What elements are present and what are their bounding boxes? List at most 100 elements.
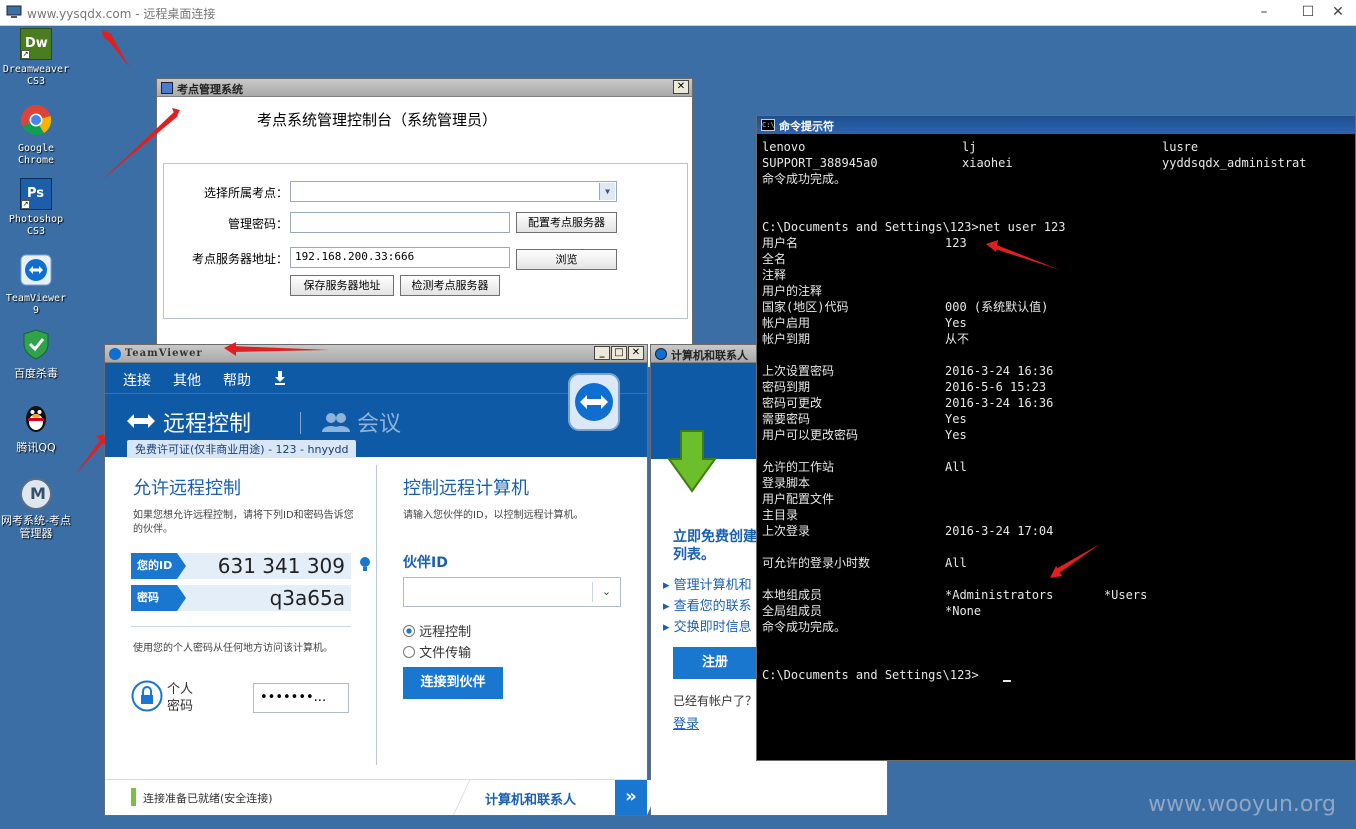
download-arrow-icon — [667, 430, 717, 493]
desktop-icon-teamviewer[interactable]: TeamViewer 9 — [0, 254, 72, 317]
menu-extras[interactable]: 其他 — [173, 370, 201, 390]
desktop-icon-exam-manager[interactable]: M 网考系统-考点管理器 — [0, 478, 72, 540]
your-id-label: 您的ID — [131, 553, 186, 579]
minimize-button[interactable]: – — [1246, 2, 1282, 22]
cmd-field-key: 可允许的登录小时数 — [762, 556, 871, 570]
status-bar: 连接准备已就绪(安全连接) 计算机和联系人 » — [105, 779, 664, 815]
cmd-field-value: 2016-5-6 15:23 — [945, 380, 1047, 394]
cmd-icon: C:\ — [761, 119, 775, 131]
close-button[interactable]: ✕ — [1320, 2, 1356, 22]
cmd-user: lj — [962, 140, 977, 154]
browse-button[interactable]: 浏览 — [516, 249, 617, 270]
server-address-field[interactable]: 192.168.200.33:666 — [290, 247, 510, 268]
desktop-icon-label: Photoshop CS3 — [8, 214, 64, 237]
chevron-down-icon[interactable]: ⌄ — [592, 582, 620, 602]
cmd-field-value: 000 (系统默认值) — [945, 300, 1049, 314]
desktop-icon-label: 腾讯QQ — [16, 441, 56, 454]
promo-text: 立即免费创建 — [673, 529, 757, 545]
contacts-title: 计算机和联系人 — [671, 349, 748, 362]
exam-window-titlebar: 考点管理系统 ✕ — [157, 79, 692, 97]
remote-desktop: Dw ↗ Dreamweaver CS3 Google Chrome Ps ↗ … — [0, 26, 1356, 829]
cmd-field-value: Yes — [945, 428, 967, 442]
cmd-field-value: All — [945, 460, 967, 474]
rdp-window-icon — [6, 5, 22, 18]
desktop-icon-label: Dreamweaver CS3 — [2, 64, 70, 87]
desktop-icon-qq[interactable]: 腾讯QQ — [0, 402, 72, 454]
feature-link[interactable]: ▸ 查看您的联系 — [663, 595, 752, 614]
allow-control-desc: 如果您想允许远程控制，请将下列ID和密码告诉您的伙伴。 — [133, 510, 354, 535]
teamviewer-small-icon — [655, 348, 667, 360]
save-server-button[interactable]: 保存服务器地址 — [290, 275, 394, 296]
menu-connect[interactable]: 连接 — [123, 370, 151, 390]
exam-manager-icon: M — [20, 478, 52, 510]
chevron-down-icon[interactable]: ▼ — [599, 183, 615, 200]
desktop-icon-chrome[interactable]: Google Chrome — [0, 104, 72, 167]
cmd-field-key: 主目录 — [762, 508, 799, 522]
lightbulb-icon[interactable] — [359, 556, 371, 574]
cmd-field-key: 密码可更改 — [762, 396, 823, 410]
watermark: www.wooyun.org — [1148, 792, 1336, 817]
cmd-field-value: 2016-3-24 16:36 — [945, 364, 1054, 378]
personal-password-field[interactable]: •••••••... — [253, 683, 349, 713]
photoshop-icon: Ps ↗ — [20, 178, 52, 210]
teamviewer-logo — [568, 373, 620, 431]
cmd-title: 命令提示符 — [779, 120, 834, 133]
radio-file-transfer[interactable]: 文件传输 — [403, 642, 471, 661]
check-server-button[interactable]: 检测考点服务器 — [400, 275, 500, 296]
cmd-field-value: Yes — [945, 412, 967, 426]
cmd-user: lusre — [1162, 140, 1199, 154]
cmd-field-value: *Administrators *Users — [945, 588, 1148, 602]
register-button[interactable]: 注册 — [673, 647, 757, 679]
feature-link[interactable]: ▸ 管理计算机和 — [663, 574, 752, 593]
connect-partner-button[interactable]: 连接到伙伴 — [403, 667, 503, 699]
teamviewer-window: TeamViewer _ □ ✕ 连接 其他 帮助 远程控制 会议 免费许可证(… — [104, 344, 664, 816]
remote-arrows-icon — [127, 414, 155, 428]
cmd-field-key: 需要密码 — [762, 412, 811, 426]
contacts-tab[interactable]: 计算机和联系人 — [485, 789, 576, 808]
password-field[interactable] — [290, 212, 510, 233]
cmd-field-value: 2016-3-24 17:04 — [945, 524, 1054, 538]
tab-separator — [300, 412, 301, 434]
cmd-user: SUPPORT_388945a0 — [762, 156, 878, 170]
close-button[interactable]: ✕ — [673, 80, 689, 94]
desktop-icon-dreamweaver[interactable]: Dw ↗ Dreamweaver CS3 — [0, 28, 72, 88]
tab-remote-control[interactable]: 远程控制 — [163, 406, 251, 438]
cmd-field-key: 全名 — [762, 252, 787, 266]
cmd-field-key: 用户可以更改密码 — [762, 428, 859, 442]
divider — [131, 626, 351, 627]
radio-remote-control[interactable]: 远程控制 — [403, 621, 471, 640]
cmd-window: C:\ 命令提示符 lenovo lj lusre SUPPORT_388945… — [756, 115, 1356, 761]
double-chevron-right-icon[interactable]: » — [615, 780, 647, 815]
feature-link[interactable]: ▸ 交换即时信息 — [663, 616, 752, 635]
tab-meeting[interactable]: 会议 — [357, 406, 401, 438]
allow-control-title: 允许远程控制 — [133, 478, 241, 499]
cmd-field-key: 全局组成员 — [762, 604, 823, 618]
cmd-field-key: 本地组成员 — [762, 588, 823, 602]
desktop-icon-photoshop[interactable]: Ps ↗ Photoshop CS3 — [0, 178, 72, 238]
chrome-icon — [21, 105, 52, 136]
personal-password-desc: 使用您的个人密码从任何地方访问该计算机。 — [133, 643, 333, 654]
menu-help[interactable]: 帮助 — [223, 370, 251, 390]
app-icon — [161, 82, 173, 94]
radio-unselected-icon[interactable] — [403, 646, 415, 658]
site-select[interactable]: ▼ — [290, 181, 617, 202]
minimize-button[interactable]: _ — [594, 346, 610, 360]
download-icon[interactable] — [273, 371, 287, 385]
partner-id-input[interactable]: ⌄ — [403, 577, 621, 607]
login-link[interactable]: 登录 — [673, 713, 699, 732]
cmd-prompt: C:\Documents and Settings\123>net user 1… — [762, 220, 1066, 234]
your-id-row: 您的ID 631 341 309 — [131, 553, 351, 579]
lock-icon — [131, 680, 163, 712]
config-server-button[interactable]: 配置考点服务器 — [516, 212, 617, 233]
cmd-field-key: 用户配置文件 — [762, 492, 835, 506]
partner-id-label: 伙伴ID — [403, 555, 448, 571]
exam-management-window: 考点管理系统 ✕ 考点系统管理控制台（系统管理员） 选择所属考点： ▼ 管理密码… — [156, 78, 693, 368]
radio-selected-icon[interactable] — [403, 625, 415, 637]
close-button[interactable]: ✕ — [628, 346, 644, 360]
teamviewer-titlebar: TeamViewer _ □ ✕ — [105, 345, 647, 363]
cmd-field-key: 帐户启用 — [762, 316, 811, 330]
cmd-field-key: 注释 — [762, 268, 787, 282]
maximize-button[interactable]: □ — [611, 346, 627, 360]
desktop-icon-baidu-antivirus[interactable]: 百度杀毒 — [0, 328, 72, 380]
cmd-user: lenovo — [762, 140, 806, 154]
